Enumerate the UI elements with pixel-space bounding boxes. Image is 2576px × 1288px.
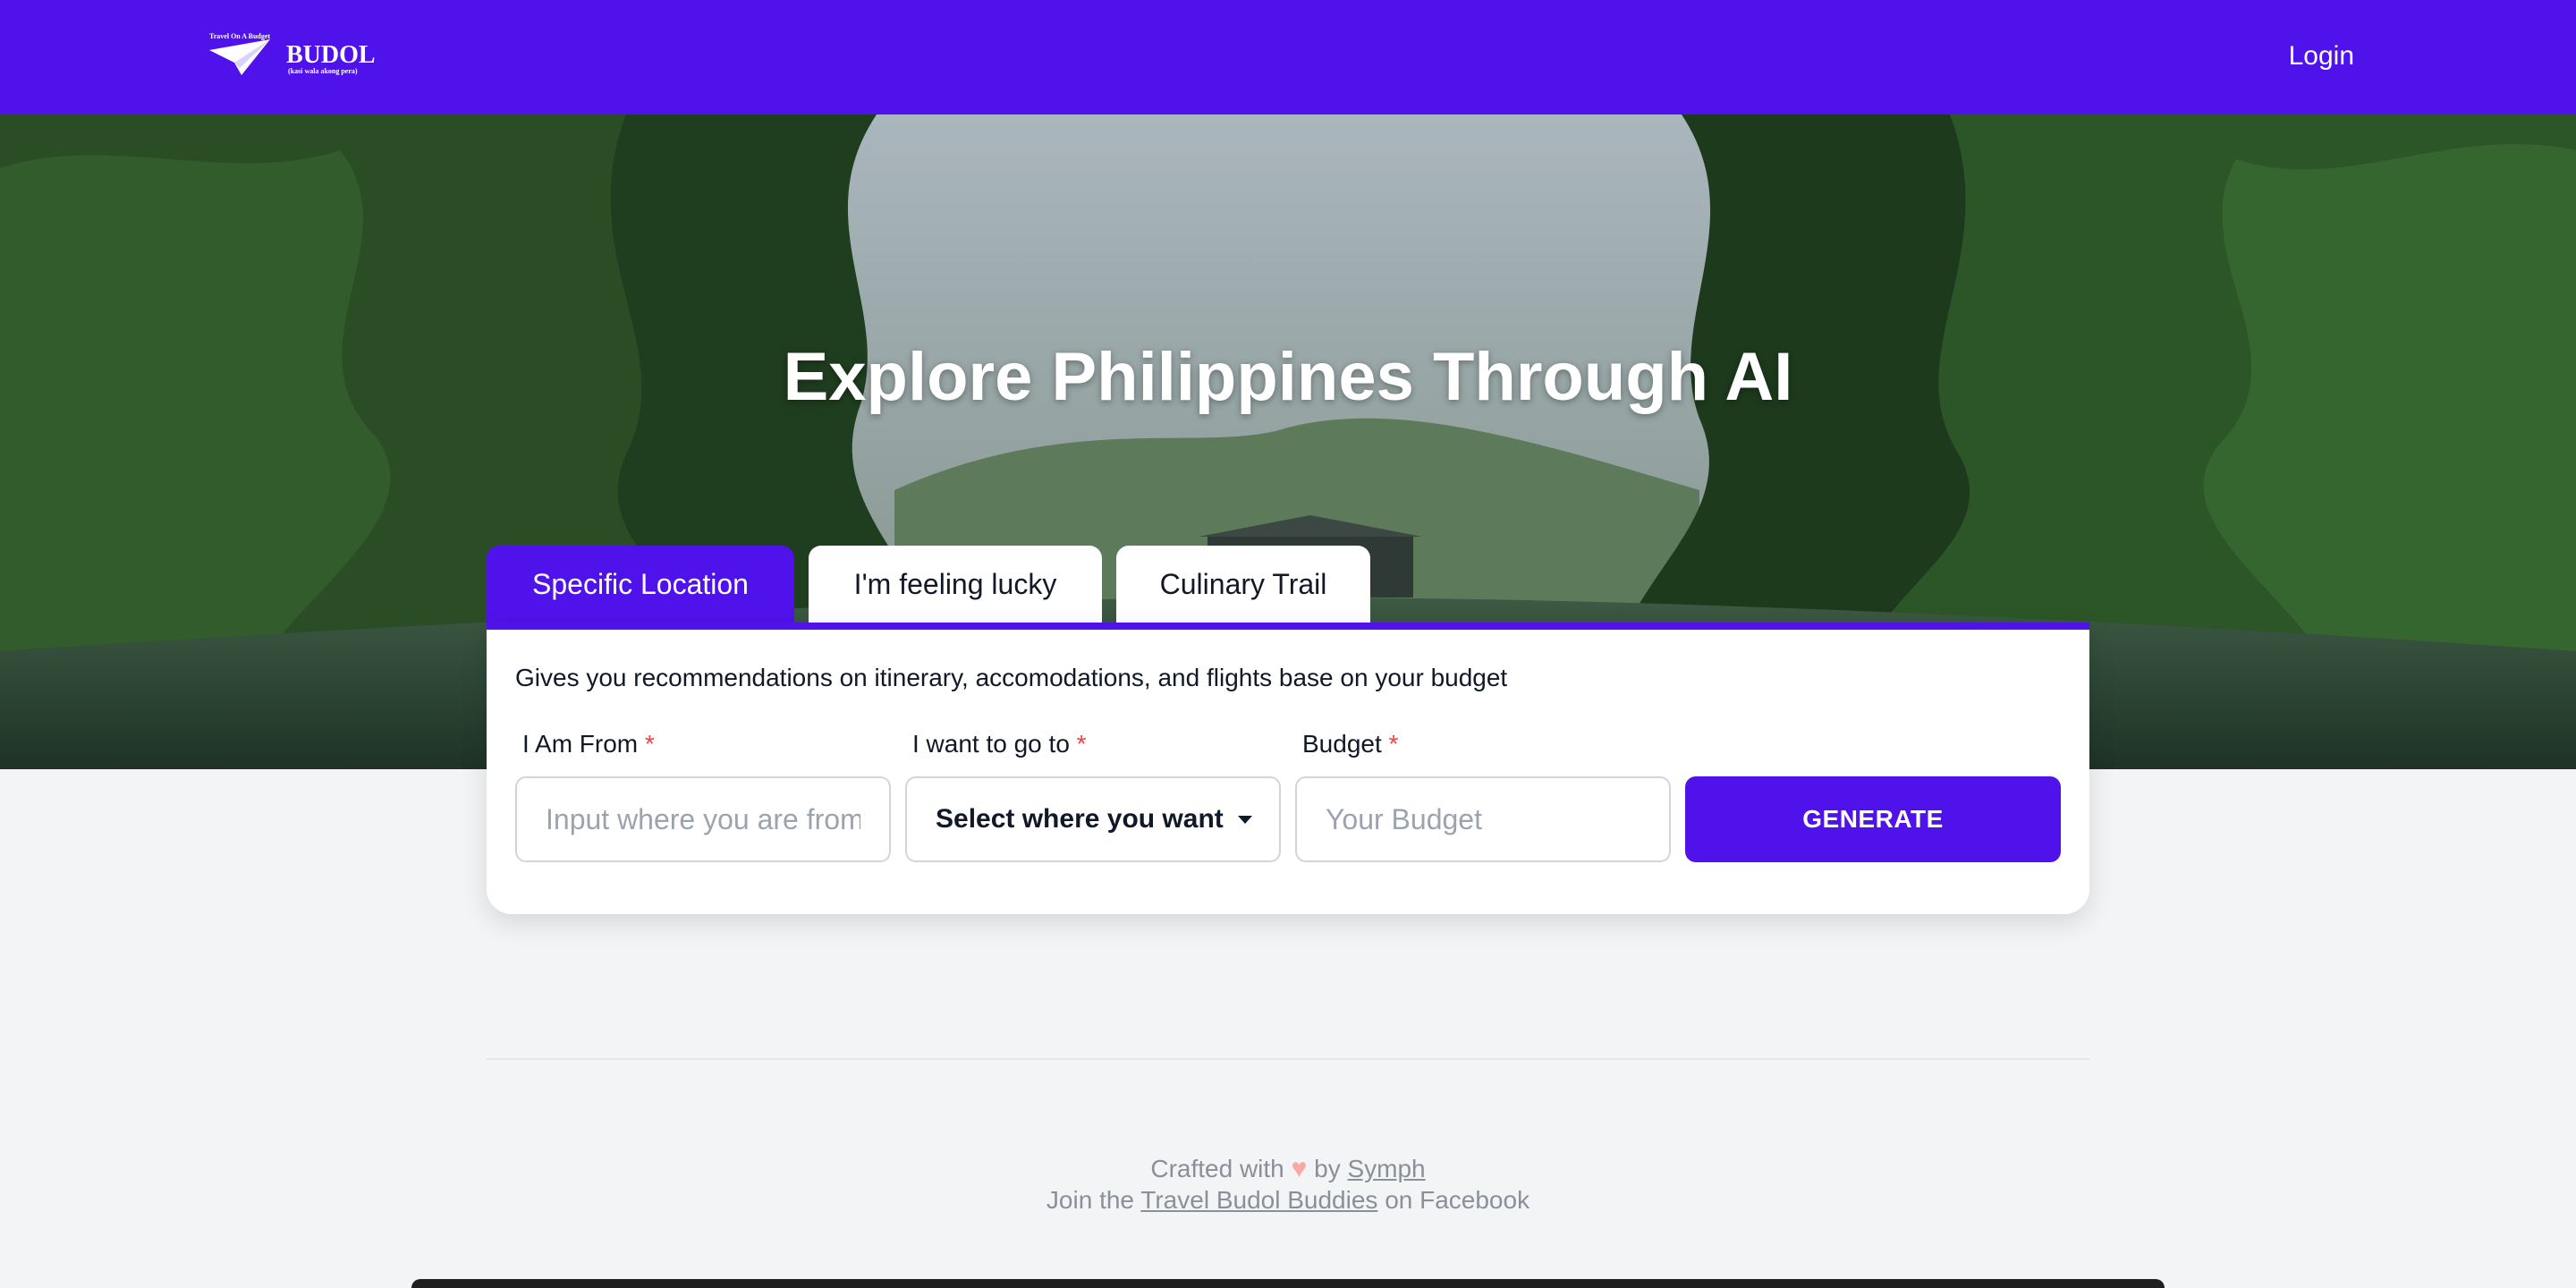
footer-crafted-text: Crafted with xyxy=(1150,1155,1284,1182)
budget-input[interactable] xyxy=(1295,776,1671,862)
hero-title: Explore Philippines Through AI xyxy=(783,339,1793,415)
budget-label: Budget * xyxy=(1302,730,1398,758)
footer-join-text: Join the xyxy=(1046,1186,1134,1214)
required-asterisk: * xyxy=(1076,730,1087,758)
tab-feeling-lucky[interactable]: I'm feeling lucky xyxy=(809,546,1102,623)
form-description: Gives you recommendations on itinerary, … xyxy=(515,664,1508,691)
destination-label: I want to go to * xyxy=(912,730,1087,758)
heart-icon: ♥ xyxy=(1291,1154,1308,1183)
destination-select-value: Select where you want xyxy=(936,804,1224,834)
footer-credit: Crafted with ♥ by Symph xyxy=(0,1154,2576,1184)
required-asterisk: * xyxy=(1388,730,1399,758)
destination-select[interactable]: Select where you want xyxy=(905,776,1281,862)
paper-plane-logo-icon: Travel On A Budget BUDOL (kasi wala akon… xyxy=(209,32,376,75)
footer-community: Join the Travel Budol Buddies on Faceboo… xyxy=(0,1186,2576,1215)
chevron-down-icon xyxy=(1238,816,1252,824)
tab-culinary-trail[interactable]: Culinary Trail xyxy=(1116,546,1370,623)
footer-facebook-text: on Facebook xyxy=(1385,1186,1530,1214)
login-link[interactable]: Login xyxy=(2289,41,2354,72)
svg-text:Travel On A Budget: Travel On A Budget xyxy=(209,32,270,40)
trip-mode-tabs: Specific Location I'm feeling lucky Culi… xyxy=(487,546,1370,623)
from-label: I Am From * xyxy=(522,730,655,758)
tab-specific-location[interactable]: Specific Location xyxy=(487,546,794,623)
travel-budol-buddies-link[interactable]: Travel Budol Buddies xyxy=(1140,1186,1377,1214)
from-input[interactable] xyxy=(515,776,891,862)
budget-label-text: Budget xyxy=(1302,730,1382,758)
budol-logo[interactable]: Travel On A Budget BUDOL (kasi wala akon… xyxy=(208,30,386,84)
symph-link[interactable]: Symph xyxy=(1347,1155,1425,1182)
trip-form-card: Gives you recommendations on itinerary, … xyxy=(487,623,2089,914)
required-asterisk: * xyxy=(644,730,655,758)
footer-by-text: by xyxy=(1314,1155,1341,1182)
destination-label-text: I want to go to xyxy=(912,730,1070,758)
footer-divider xyxy=(487,1058,2089,1060)
svg-text:(kasi wala akong pera): (kasi wala akong pera) xyxy=(288,67,358,75)
generate-button[interactable]: GENERATE xyxy=(1685,776,2061,862)
from-label-text: I Am From xyxy=(522,730,639,758)
browser-bottom-edge xyxy=(411,1279,2165,1288)
top-navbar: Travel On A Budget BUDOL (kasi wala akon… xyxy=(0,0,2576,114)
svg-text:BUDOL: BUDOL xyxy=(286,41,376,69)
